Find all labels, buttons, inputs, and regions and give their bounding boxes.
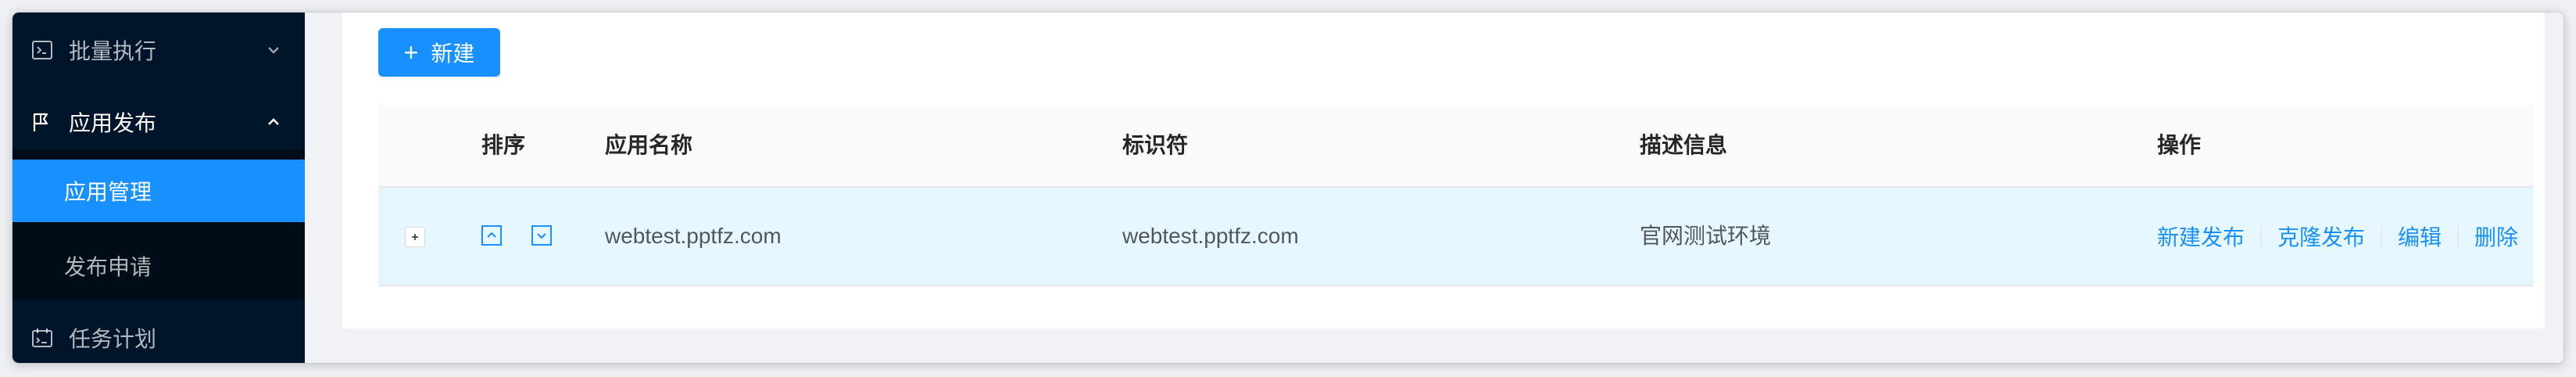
terminal-icon: [32, 41, 52, 59]
sidebar-subitem-app-management[interactable]: 应用管理: [13, 160, 305, 222]
schedule-icon: [32, 329, 52, 347]
plus-icon: [412, 234, 418, 240]
sidebar-item-label: 批量执行: [69, 39, 157, 63]
move-up-icon[interactable]: [481, 225, 502, 246]
move-down-icon[interactable]: [531, 225, 552, 246]
sort-divider: [480, 227, 481, 246]
action-divider: [2260, 226, 2263, 246]
sidebar-item-label: 任务计划: [69, 327, 157, 351]
app-window: 批量执行 应用发布 应用管理 发布申请 任务计划 + 新建 排序 应用名称 标识…: [13, 13, 2563, 363]
content-card: + 新建 排序 应用名称 标识符 描述信息 操作 webtest.pptfz.c…: [342, 13, 2545, 329]
sidebar: 批量执行 应用发布 应用管理 发布申请 任务计划: [13, 13, 305, 363]
chevron-up-icon: [268, 118, 279, 125]
column-header-description: 描述信息: [1640, 133, 1728, 157]
new-release-link[interactable]: 新建发布: [2157, 221, 2245, 252]
column-header-sort: 排序: [481, 133, 526, 157]
sidebar-subitem-label: 发布申请: [64, 255, 152, 279]
column-header-actions: 操作: [2157, 133, 2202, 157]
expand-row-button[interactable]: [405, 227, 425, 247]
table-header: 排序 应用名称 标识符 描述信息 操作: [378, 105, 2534, 188]
edit-link[interactable]: 编辑: [2398, 221, 2442, 252]
table-row: webtest.pptfz.com webtest.pptfz.com 官网测试…: [378, 188, 2534, 286]
sidebar-item-task-plan[interactable]: 任务计划: [13, 307, 305, 363]
cell-description: 官网测试环境: [1640, 224, 1772, 248]
sidebar-subitem-label: 应用管理: [64, 180, 152, 204]
delete-link[interactable]: 删除: [2474, 221, 2518, 252]
plus-icon: +: [403, 38, 419, 66]
new-button[interactable]: + 新建: [378, 28, 500, 77]
new-button-label: 新建: [431, 41, 475, 66]
chevron-down-icon: [268, 47, 279, 54]
flag-icon: [33, 113, 48, 131]
cell-app-name: webtest.pptfz.com: [605, 224, 782, 248]
app-table: 排序 应用名称 标识符 描述信息 操作 webtest.pptfz.com we…: [378, 105, 2534, 286]
cell-identifier: webtest.pptfz.com: [1122, 224, 1299, 248]
clone-release-link[interactable]: 克隆发布: [2277, 221, 2365, 252]
main-content: + 新建 排序 应用名称 标识符 描述信息 操作 webtest.pptfz.c…: [305, 13, 2563, 363]
sidebar-subitem-release-request[interactable]: 发布申请: [13, 235, 305, 297]
sidebar-item-app-release[interactable]: 应用发布: [13, 91, 305, 153]
row-actions: 新建发布 克隆发布 编辑 删除: [2157, 188, 2518, 285]
action-divider: [2381, 226, 2383, 246]
column-header-identifier: 标识符: [1122, 133, 1189, 157]
column-header-app-name: 应用名称: [605, 133, 693, 157]
sidebar-item-batch-exec[interactable]: 批量执行: [13, 19, 305, 81]
sidebar-item-label: 应用发布: [69, 111, 157, 135]
action-divider: [2457, 226, 2460, 246]
